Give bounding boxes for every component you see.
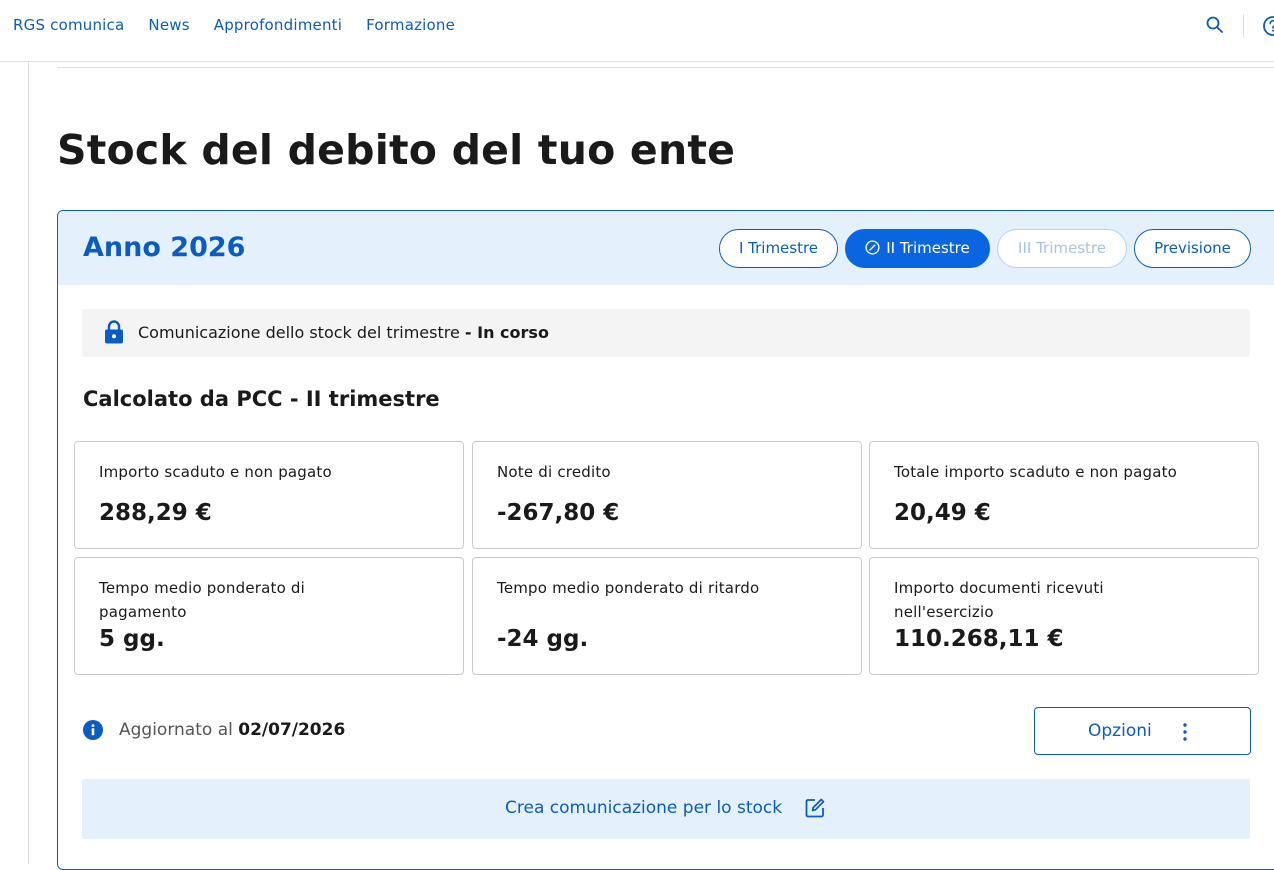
lock-icon (104, 319, 124, 345)
page-title: Stock del debito del tuo ente (57, 126, 736, 174)
metric-label: Importo documenti ricevuti nell'esercizi… (894, 579, 1104, 621)
options-label: Opzioni (1088, 721, 1152, 741)
help-icon[interactable] (1262, 15, 1274, 37)
metric-value: 288,29 € (99, 500, 212, 526)
metric-value: 5 gg. (99, 626, 165, 652)
left-border (28, 62, 29, 864)
metric-card-tempo-pagamento: Tempo medio ponderato di pagamento 5 gg. (74, 557, 464, 675)
edit-icon (804, 797, 826, 819)
metric-label: Tempo medio ponderato di pagamento (99, 579, 306, 621)
metric-card-importo-scaduto: Importo scaduto e non pagato 288,29 € (74, 441, 464, 549)
metric-card-tempo-ritardo: Tempo medio ponderato di ritardo -24 gg. (472, 557, 862, 675)
nav-link-approfondimenti[interactable]: Approfondimenti (214, 15, 342, 35)
kebab-menu-icon (1182, 722, 1188, 742)
create-communication-button[interactable]: Crea comunicazione per lo stock (82, 779, 1250, 839)
info-icon (83, 720, 103, 740)
tab-ii-trimestre[interactable]: II Trimestre (845, 229, 990, 268)
tab-label: I Trimestre (738, 239, 819, 257)
updated-info: Aggiornato al 02/07/2026 (119, 720, 345, 740)
nav-link-news[interactable]: News (148, 15, 189, 35)
search-icon[interactable] (1205, 15, 1225, 35)
updated-label: Aggiornato al (119, 720, 233, 740)
edit-circle-icon (865, 239, 886, 257)
create-label: Crea comunicazione per lo stock (505, 798, 783, 818)
tab-label: III Trimestre (1018, 239, 1106, 257)
status-text: Comunicazione dello stock del trimestre … (138, 323, 549, 342)
top-navigation-bar: RGS comunica News Approfondimenti Formaz… (0, 0, 1274, 62)
tab-label: II Trimestre (886, 239, 970, 257)
tab-iii-trimestre: III Trimestre (997, 229, 1127, 268)
metric-value: 20,49 € (894, 500, 991, 526)
metric-label: Importo scaduto e non pagato (99, 463, 332, 481)
nav-link-formazione[interactable]: Formazione (366, 15, 455, 35)
metric-value: 110.268,11 € (894, 626, 1064, 652)
year-title: Anno 2026 (83, 232, 246, 263)
status-banner: Comunicazione dello stock del trimestre … (82, 309, 1250, 357)
metric-value: -267,80 € (497, 500, 620, 526)
metric-card-totale-importo: Totale importo scaduto e non pagato 20,4… (869, 441, 1259, 549)
nav-link-rgs-comunica[interactable]: RGS comunica (13, 15, 124, 35)
status-state: - In corso (464, 323, 549, 342)
section-title: Calcolato da PCC - II trimestre (83, 387, 440, 411)
stock-card: Anno 2026 I Trimestre II Trimestre III T… (57, 210, 1274, 870)
metric-label: Totale importo scaduto e non pagato (894, 463, 1178, 481)
updated-date: 02/07/2026 (238, 720, 346, 740)
header-divider (57, 67, 1274, 68)
tab-label: Previsione (1154, 239, 1231, 257)
main-nav: RGS comunica News Approfondimenti Formaz… (13, 15, 479, 35)
status-label: Comunicazione dello stock del trimestre (138, 323, 460, 342)
metric-label: Note di credito (497, 463, 611, 481)
nav-divider (1243, 14, 1244, 38)
tab-previsione[interactable]: Previsione (1134, 229, 1251, 268)
tab-i-trimestre[interactable]: I Trimestre (719, 229, 838, 268)
options-button[interactable]: Opzioni (1034, 707, 1251, 755)
metric-card-importo-documenti: Importo documenti ricevuti nell'esercizi… (869, 557, 1259, 675)
metric-value: -24 gg. (497, 626, 589, 652)
metric-label: Tempo medio ponderato di ritardo (497, 579, 760, 597)
metric-card-note-credito: Note di credito -267,80 € (472, 441, 862, 549)
card-header: Anno 2026 I Trimestre II Trimestre III T… (58, 211, 1274, 285)
